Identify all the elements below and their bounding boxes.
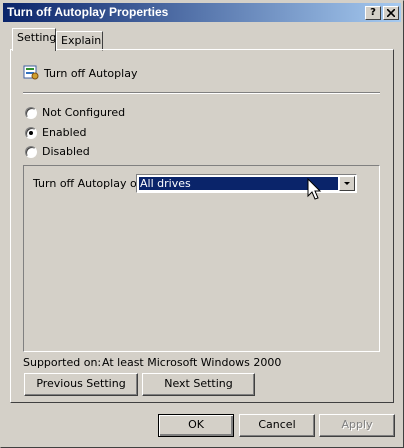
radio-label: Disabled	[42, 145, 90, 158]
supported-label: Supported on:	[23, 356, 102, 369]
window-title: Turn off Autoplay Properties	[7, 5, 169, 19]
cancel-button[interactable]: Cancel	[239, 414, 315, 437]
supported-on: Supported on:At least Microsoft Windows …	[23, 356, 281, 369]
help-button[interactable]: ?	[365, 6, 381, 20]
dropdown-arrow-button[interactable]	[339, 176, 355, 191]
tab-setting[interactable]: Setting	[12, 28, 56, 51]
options-box: Turn off Autoplay on: All drives	[23, 165, 380, 352]
radio-label: Not Configured	[42, 106, 126, 119]
chevron-down-icon	[344, 182, 350, 185]
ok-button[interactable]: OK	[158, 414, 234, 437]
policy-setting-icon	[23, 65, 39, 80]
close-icon	[386, 8, 396, 18]
radio-button[interactable]	[25, 146, 37, 158]
mouse-cursor-icon	[307, 178, 322, 200]
divider	[23, 92, 380, 94]
radio-dot	[29, 131, 33, 135]
supported-value: At least Microsoft Windows 2000	[102, 356, 282, 369]
radio-label: Enabled	[42, 126, 87, 139]
tab-explain[interactable]: Explain	[56, 31, 103, 51]
radio-button[interactable]	[25, 107, 37, 119]
autoplay-drives-dropdown[interactable]: All drives	[136, 174, 357, 193]
apply-button[interactable]: Apply	[319, 414, 395, 437]
radio-button[interactable]	[25, 127, 37, 139]
autoplay-option-label: Turn off Autoplay on:	[33, 177, 148, 190]
previous-setting-button[interactable]: Previous Setting	[24, 373, 138, 396]
close-button[interactable]	[383, 6, 399, 20]
title-bar[interactable]: Turn off Autoplay Properties ?	[3, 3, 401, 22]
next-setting-button[interactable]: Next Setting	[142, 373, 255, 396]
policy-name: Turn off Autoplay	[44, 67, 138, 80]
